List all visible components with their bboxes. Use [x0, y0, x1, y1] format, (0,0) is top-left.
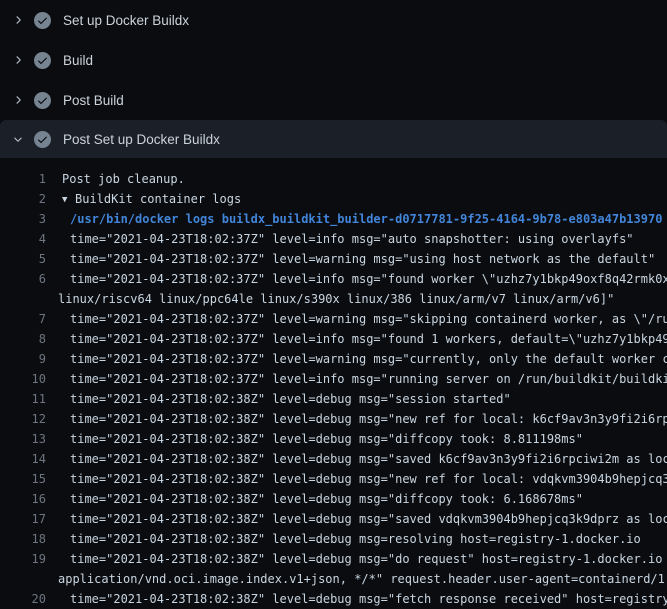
line-number[interactable]: 17 [0, 509, 46, 529]
line-number[interactable]: 8 [0, 329, 46, 349]
log-row: 4 ▼time="2021-04-23T18:02:37Z" level=inf… [0, 229, 667, 249]
step-label: Set up Docker Buildx [63, 13, 189, 28]
log-text: ▼application/vnd.oci.image.index.v1+json… [46, 569, 667, 589]
log-row: 16 ▼time="2021-04-23T18:02:38Z" level=de… [0, 489, 667, 509]
step-row-post-set-up-docker-buildx[interactable]: Post Set up Docker Buildx [0, 120, 667, 158]
step-row-build[interactable]: Build [0, 40, 667, 80]
log-text: ▼time="2021-04-23T18:02:38Z" level=debug… [46, 549, 667, 569]
line-number[interactable]: 7 [0, 309, 46, 329]
log-row: 3 ▼/usr/bin/docker logs buildx_buildkit_… [0, 209, 667, 229]
log-row: 19 ▼time="2021-04-23T18:02:38Z" level=de… [0, 549, 667, 569]
line-number[interactable]: 11 [0, 389, 46, 409]
log-text: ▼time="2021-04-23T18:02:38Z" level=debug… [46, 529, 641, 549]
step-label: Build [63, 53, 93, 68]
log-row: 7 ▼time="2021-04-23T18:02:37Z" level=war… [0, 309, 667, 329]
line-number[interactable] [0, 289, 46, 309]
log-text: ▼/usr/bin/docker logs buildx_buildkit_bu… [46, 209, 662, 229]
triangle-down-icon[interactable]: ▼ [62, 190, 75, 210]
line-number[interactable]: 10 [0, 369, 46, 389]
log-text: ▼time="2021-04-23T18:02:38Z" level=debug… [46, 589, 667, 609]
step-row-post-build[interactable]: Post Build [0, 80, 667, 120]
log-row: 2 ▼BuildKit container logs [0, 189, 667, 209]
line-number[interactable]: 3 [0, 209, 46, 229]
log-text: ▼time="2021-04-23T18:02:38Z" level=debug… [46, 389, 511, 409]
log-row: 1 ▼Post job cleanup. [0, 169, 667, 189]
log-text: ▼time="2021-04-23T18:02:37Z" level=warni… [46, 249, 655, 269]
line-number[interactable]: 18 [0, 529, 46, 549]
log-row: 12 ▼time="2021-04-23T18:02:38Z" level=de… [0, 409, 667, 429]
line-number[interactable]: 6 [0, 269, 46, 289]
log-row: 13 ▼time="2021-04-23T18:02:38Z" level=de… [0, 429, 667, 449]
log-text: ▼time="2021-04-23T18:02:37Z" level=warni… [46, 309, 667, 329]
log-text: ▼time="2021-04-23T18:02:37Z" level=info … [46, 269, 667, 289]
log-row: 14 ▼time="2021-04-23T18:02:38Z" level=de… [0, 449, 667, 469]
line-number[interactable]: 14 [0, 449, 46, 469]
log-text: ▼time="2021-04-23T18:02:37Z" level=info … [46, 329, 667, 349]
line-number[interactable]: 1 [0, 169, 46, 189]
log-group-header[interactable]: ▼BuildKit container logs [46, 189, 241, 209]
log-text: ▼time="2021-04-23T18:02:37Z" level=info … [46, 369, 667, 389]
log-row: 10 ▼time="2021-04-23T18:02:37Z" level=in… [0, 369, 667, 389]
step-label: Post Set up Docker Buildx [63, 132, 220, 147]
log-text: ▼time="2021-04-23T18:02:38Z" level=debug… [46, 409, 667, 429]
log-text: ▼time="2021-04-23T18:02:38Z" level=debug… [46, 489, 583, 509]
line-number[interactable]: 20 [0, 589, 46, 609]
log-text: ▼time="2021-04-23T18:02:37Z" level=warni… [46, 349, 667, 369]
chevron-down-icon[interactable] [10, 131, 26, 147]
log-row: 9 ▼time="2021-04-23T18:02:37Z" level=war… [0, 349, 667, 369]
steps-list: Set up Docker Buildx Build P [0, 0, 667, 158]
line-number[interactable]: 2 [0, 189, 46, 209]
actions-log-viewer: { "colors": { "background": "#0a0c10", "… [0, 0, 667, 600]
log-row: 20 ▼time="2021-04-23T18:02:38Z" level=de… [0, 589, 667, 609]
log-text: ▼time="2021-04-23T18:02:37Z" level=info … [46, 229, 634, 249]
log-text: ▼time="2021-04-23T18:02:38Z" level=debug… [46, 449, 667, 469]
chevron-right-icon[interactable] [10, 52, 26, 68]
log-row: 5 ▼time="2021-04-23T18:02:37Z" level=war… [0, 249, 667, 269]
line-number[interactable]: 4 [0, 229, 46, 249]
line-number[interactable]: 19 [0, 549, 46, 569]
log-row: ▼linux/riscv64 linux/ppc64le linux/s390x… [0, 289, 667, 309]
log-scroll-area[interactable]: 1 ▼Post job cleanup. 2 ▼BuildKit contain… [0, 158, 667, 609]
log-row: 6 ▼time="2021-04-23T18:02:37Z" level=inf… [0, 269, 667, 289]
check-circle-icon [34, 92, 51, 109]
check-circle-icon [34, 12, 51, 29]
log-text: ▼time="2021-04-23T18:02:38Z" level=debug… [46, 509, 667, 529]
check-circle-icon [34, 52, 51, 69]
log-text: ▼time="2021-04-23T18:02:38Z" level=debug… [46, 469, 667, 489]
step-row-set-up-docker-buildx[interactable]: Set up Docker Buildx [0, 0, 667, 40]
line-number[interactable]: 13 [0, 429, 46, 449]
line-number[interactable] [0, 569, 46, 589]
log-row: 8 ▼time="2021-04-23T18:02:37Z" level=inf… [0, 329, 667, 349]
log-row: 18 ▼time="2021-04-23T18:02:38Z" level=de… [0, 529, 667, 549]
chevron-right-icon[interactable] [10, 12, 26, 28]
step-label: Post Build [63, 93, 124, 108]
log-row: 11 ▼time="2021-04-23T18:02:38Z" level=de… [0, 389, 667, 409]
log-row: 15 ▼time="2021-04-23T18:02:38Z" level=de… [0, 469, 667, 489]
log-text: ▼linux/riscv64 linux/ppc64le linux/s390x… [46, 289, 614, 309]
log-row: 17 ▼time="2021-04-23T18:02:38Z" level=de… [0, 509, 667, 529]
line-number[interactable]: 16 [0, 489, 46, 509]
chevron-right-icon[interactable] [10, 92, 26, 108]
log-text: ▼time="2021-04-23T18:02:38Z" level=debug… [46, 429, 583, 449]
log-text: ▼Post job cleanup. [46, 169, 185, 189]
log-row: ▼application/vnd.oci.image.index.v1+json… [0, 569, 667, 589]
line-number[interactable]: 5 [0, 249, 46, 269]
line-number[interactable]: 15 [0, 469, 46, 489]
check-circle-icon [34, 131, 51, 148]
line-number[interactable]: 9 [0, 349, 46, 369]
line-number[interactable]: 12 [0, 409, 46, 429]
